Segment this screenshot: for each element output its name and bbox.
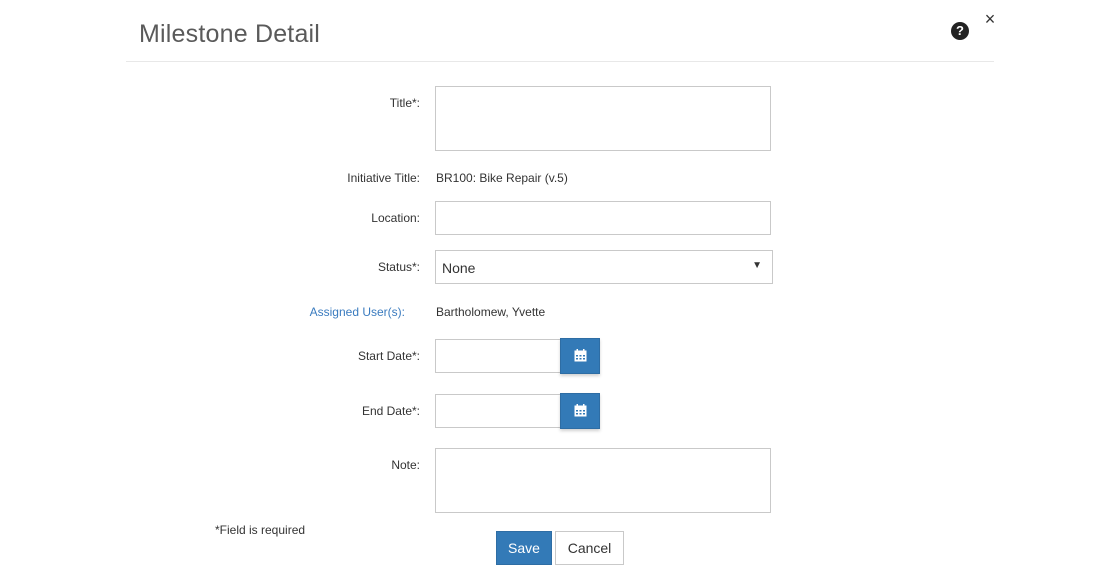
title-textarea[interactable] (435, 86, 771, 151)
initiative-title-value: BR100: Bike Repair (v.5) (436, 171, 568, 185)
initiative-title-label: Initiative Title: (347, 171, 420, 185)
calendar-icon (574, 404, 587, 417)
end-date-label: End Date*: (361, 404, 420, 418)
end-date-input[interactable] (435, 394, 561, 428)
title-label: Title*: (389, 96, 420, 110)
note-label: Note: (391, 458, 420, 472)
required-field-note: *Field is required (215, 523, 306, 537)
location-input[interactable] (435, 201, 771, 235)
location-label: Location: (371, 211, 420, 225)
help-icon[interactable]: ? (951, 22, 969, 40)
calendar-icon (574, 349, 587, 362)
status-selected-value: None (442, 260, 476, 276)
close-icon[interactable]: × (982, 9, 998, 29)
header-divider (126, 61, 994, 62)
chevron-down-icon: ▼ (752, 260, 762, 271)
status-label: Status*: (377, 260, 420, 274)
status-select[interactable]: None ▼ (435, 250, 773, 284)
milestone-detail-dialog: Milestone Detail ? × Title*: Initiative … (0, 0, 1120, 584)
start-date-label: Start Date*: (357, 349, 420, 363)
assigned-users-link[interactable]: Assigned User(s): (310, 305, 405, 319)
start-date-calendar-button[interactable] (560, 338, 600, 374)
dialog-title: Milestone Detail (139, 20, 321, 48)
cancel-button[interactable]: Cancel (555, 531, 624, 565)
assigned-users-value: Bartholomew, Yvette (436, 305, 546, 319)
note-textarea[interactable] (435, 448, 771, 513)
start-date-input[interactable] (435, 339, 561, 373)
end-date-calendar-button[interactable] (560, 393, 600, 429)
save-button[interactable]: Save (496, 531, 552, 565)
